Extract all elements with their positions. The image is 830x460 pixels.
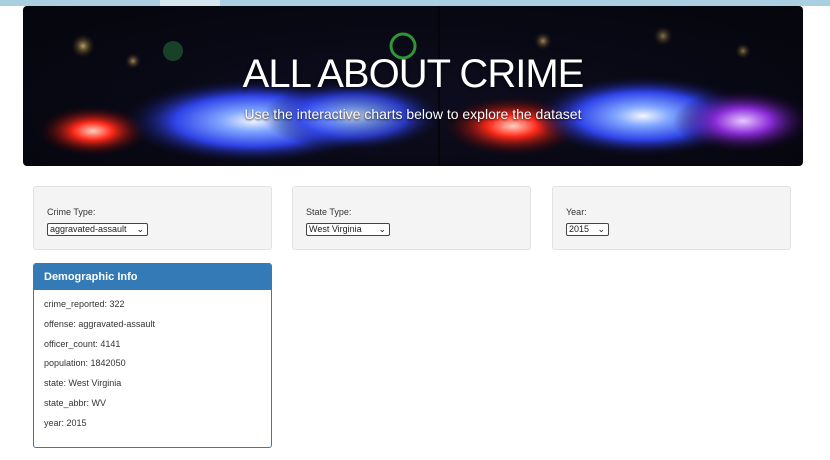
- page-subtitle: Use the interactive charts below to expl…: [244, 106, 582, 122]
- crime-type-value: aggravated-assault: [50, 224, 127, 234]
- state-type-select[interactable]: West Virginia ⌄: [306, 223, 390, 236]
- crime-type-label: Crime Type:: [47, 207, 96, 217]
- info-row-crime-reported: crime_reported: 322: [44, 299, 125, 309]
- year-label: Year:: [566, 207, 587, 217]
- state-type-value: West Virginia: [309, 224, 362, 234]
- state-type-label: State Type:: [306, 207, 352, 217]
- year-filter-card: Year: 2015 ⌄: [552, 186, 791, 250]
- year-value: 2015: [569, 224, 590, 234]
- hero-banner: ALL ABOUT CRIME Use the interactive char…: [23, 6, 803, 166]
- demographic-info-panel: Demographic Info crime_reported: 322 off…: [33, 263, 272, 448]
- year-select[interactable]: 2015 ⌄: [566, 223, 609, 236]
- info-row-population: population: 1842050: [44, 358, 126, 369]
- chevron-down-icon: ⌄: [597, 224, 605, 234]
- state-type-filter-card: State Type: West Virginia ⌄: [292, 186, 531, 250]
- info-row-year: year: 2015: [44, 417, 87, 428]
- info-row-state: state: West Virginia: [44, 378, 122, 389]
- crime-type-filter-card: Crime Type: aggravated-assault ⌄: [33, 186, 272, 250]
- page-title: ALL ABOUT CRIME: [242, 52, 585, 96]
- chevron-down-icon: ⌄: [136, 224, 144, 234]
- info-row-state-abbr: state_abbr: WV: [44, 397, 107, 408]
- info-row-officer-count: officer_count: 4141: [44, 338, 121, 349]
- demographic-list: crime_reported: 322 offense: aggravated-…: [34, 290, 271, 437]
- info-row-offense: offense: aggravated-assault: [44, 318, 155, 329]
- crime-type-select[interactable]: aggravated-assault ⌄: [47, 223, 148, 236]
- panel-heading: Demographic Info: [34, 264, 271, 290]
- chevron-down-icon: ⌄: [378, 224, 386, 234]
